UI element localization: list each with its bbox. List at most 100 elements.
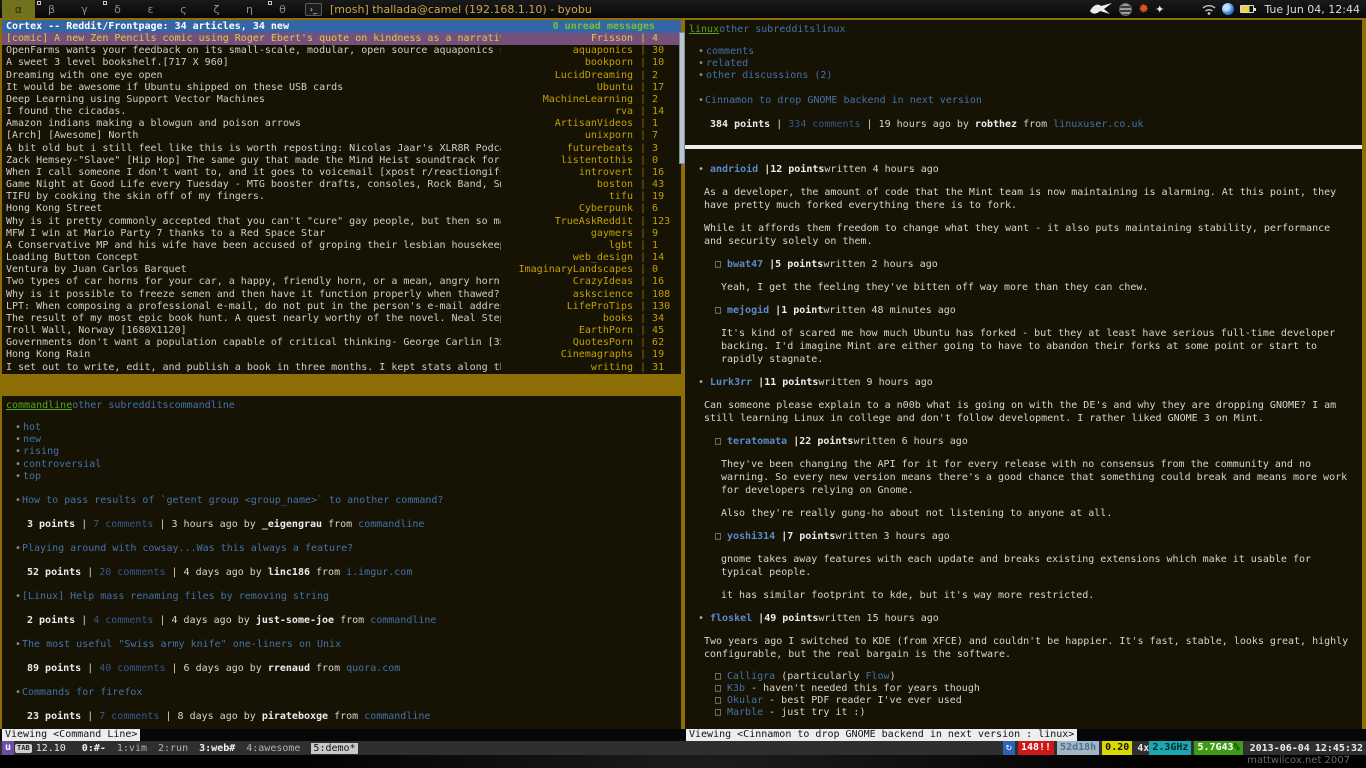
byobu-window-tab[interactable]: 3:web# [199,743,235,754]
app-link[interactable]: Calligra [727,671,775,682]
comment-author-link[interactable]: Lurk3rr [710,377,752,388]
nav-link[interactable]: comments [706,46,754,57]
nav-link[interactable]: other discussions (2) [706,70,832,81]
article-row[interactable]: A Conservative MP and his wife have been… [2,240,681,252]
article-row[interactable]: LPT: When composing a professional e-mai… [2,301,681,313]
article-row[interactable]: [comic] A new Zen Pencils comic using Ro… [2,33,681,45]
comment-author-link[interactable]: yoshi314 [727,531,775,542]
article-row[interactable]: Why is it pretty commonly accepted that … [2,216,681,228]
article-row[interactable]: Governments don't want a population capa… [2,337,681,349]
nav-link[interactable]: controversial [23,459,101,470]
workspace-tag-ς[interactable]: ς [167,0,200,18]
article-row[interactable]: TIFU by cooking the skin off of my finge… [2,191,681,203]
plugin-icon[interactable]: ✦ [1155,3,1164,16]
byobu-window-tab[interactable]: 2:run [158,743,188,754]
app-link[interactable]: Flow [865,671,889,682]
nav-link[interactable]: top [23,471,41,482]
article-row[interactable]: Why is it possible to freeze semen and t… [2,289,681,301]
post-comments-link[interactable]: 334 comments [788,119,860,130]
article-row[interactable]: Zack Hemsey-"Slave" [Hip Hop] The same g… [2,155,681,167]
article-row[interactable]: I found the cicadas.rva| 14 [2,106,681,118]
article-row[interactable]: Two types of car horns for your car, a h… [2,276,681,288]
article-row[interactable]: Hong Kong RainCinemagraphs| 19 [2,349,681,361]
post-comments-link[interactable]: 7 comments [99,711,159,722]
app-link[interactable]: Okular [727,695,763,706]
article-row[interactable]: Hong Kong StreetCyberpunk| 6 [2,203,681,215]
battery-icon[interactable] [1240,5,1254,13]
byobu-window-tab[interactable]: 1:vim [117,743,147,754]
network-globe-icon[interactable] [1222,3,1234,15]
workspace-tag-ζ[interactable]: ζ [200,0,233,18]
post-comments-link[interactable]: 20 comments [99,567,165,578]
scrollbar-thumb[interactable] [679,32,685,164]
post-author-link[interactable]: rrenaud [268,663,310,674]
nav-link[interactable]: new [23,434,41,445]
subreddit-name[interactable]: commandline [6,400,72,411]
byobu-window-tab[interactable]: 5:demo* [311,743,357,754]
post-comments-link[interactable]: 7 comments [93,519,153,530]
article-row[interactable]: I set out to write, edit, and publish a … [2,362,681,374]
subreddit-name-tail[interactable]: linux [815,24,845,35]
starburst-icon[interactable]: ✹ [1138,3,1149,16]
article-row[interactable]: Game Night at Good Life every Tuesday - … [2,179,681,191]
post-title-link[interactable]: Playing around with cowsay...Was this al… [22,543,353,554]
byobu-window-tab[interactable]: 0:#- [82,743,106,754]
post-source-link[interactable]: i.imgur.com [346,567,412,578]
article-row[interactable]: A bit old but i still feel like this is … [2,143,681,155]
article-row[interactable]: Troll Wall, Norway [1680X1120]EarthPorn|… [2,325,681,337]
comment-author-link[interactable]: teratomata [727,436,787,447]
article-row[interactable]: Dreaming with one eye openLucidDreaming|… [2,70,681,82]
post-source-link[interactable]: commandline [364,711,430,722]
article-row[interactable]: Loading Button Conceptweb_design| 14 [2,252,681,264]
nav-link[interactable]: related [706,58,748,69]
app-link[interactable]: K3b [727,683,745,694]
post-title-link[interactable]: [Linux] Help mass renaming files by remo… [22,591,329,602]
comment-author-link[interactable]: bwat47 [727,259,763,270]
post-source-link[interactable]: quora.com [346,663,400,674]
workspace-tag-ε[interactable]: ε [134,0,167,18]
workspace-tag-γ[interactable]: γ [68,0,101,18]
post-author-link[interactable]: pirateboxge [262,711,328,722]
bird-icon[interactable] [1089,2,1113,16]
article-row[interactable]: A sweet 3 level bookshelf.[717 X 960]boo… [2,57,681,69]
byobu-window-tab[interactable]: 4:awesome [246,743,300,754]
wifi-icon[interactable] [1202,3,1216,15]
post-comments-link[interactable]: 40 comments [99,663,165,674]
article-row[interactable]: Ventura by Juan Carlos BarquetImaginaryL… [2,264,681,276]
app-link[interactable]: Marble [727,707,763,718]
article-row[interactable]: It would be awesome if Ubuntu shipped on… [2,82,681,94]
workspace-tag-η[interactable]: η [233,0,266,18]
post-author-link[interactable]: _eigengrau [262,519,322,530]
article-row[interactable]: OpenFarms wants your feedback on its sma… [2,45,681,57]
post-author-link[interactable]: just-some-joe [256,615,334,626]
workspace-tag-α[interactable]: α [2,0,35,18]
post-title-link[interactable]: How to pass results of `getent group <gr… [22,495,443,506]
post-comments-link[interactable]: 4 comments [93,615,153,626]
workspace-tag-δ[interactable]: δ [101,0,134,18]
nav-link[interactable]: hot [23,422,41,433]
article-row[interactable]: When I call someone I don't want to, and… [2,167,681,179]
comment-author-link[interactable]: mejogid [727,305,769,316]
post-author-link[interactable]: linc186 [268,567,310,578]
workspace-tag-β[interactable]: β [35,0,68,18]
post-title-link[interactable]: Commands for firefox [22,687,142,698]
article-row[interactable]: [Arch] [Awesome] Northunixporn| 7 [2,130,681,142]
subreddit-name-tail[interactable]: commandline [169,400,235,411]
post-author-link[interactable]: robthez [975,119,1017,130]
other-subreddits-label[interactable]: other subreddits [719,24,815,35]
spotify-icon[interactable] [1119,3,1132,16]
article-row[interactable]: The result of my most epic book hunt. A … [2,313,681,325]
article-row[interactable]: Amazon indians making a blowgun and pois… [2,118,681,130]
terminal-icon[interactable]: ›_ [305,3,322,16]
post-title-link[interactable]: The most useful "Swiss army knife" one-l… [22,639,341,650]
comment-author-link[interactable]: andrioid [710,164,758,175]
post-source-link[interactable]: linuxuser.co.uk [1053,119,1143,130]
post-source-link[interactable]: commandline [370,615,436,626]
article-row[interactable]: Deep Learning using Support Vector Machi… [2,94,681,106]
workspace-tag-θ[interactable]: θ [266,0,299,18]
comment-author-link[interactable]: floskel [710,613,752,624]
nav-link[interactable]: rising [23,446,59,457]
post-title-link[interactable]: Cinnamon to drop GNOME backend in next v… [705,95,982,106]
other-subreddits-label[interactable]: other subreddits [72,400,168,411]
post-source-link[interactable]: commandline [358,519,424,530]
